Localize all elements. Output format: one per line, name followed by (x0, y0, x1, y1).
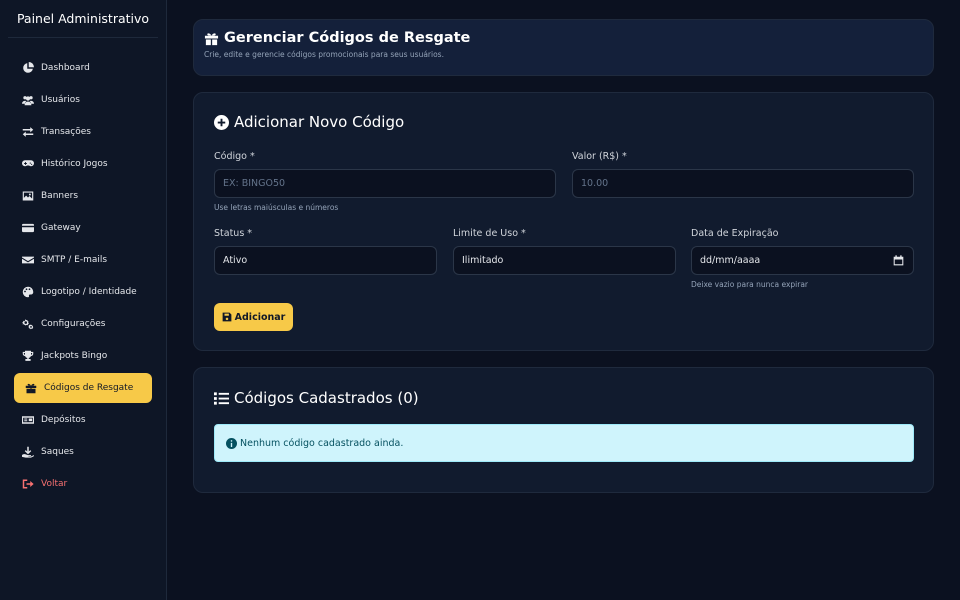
plus-circle-icon (214, 114, 229, 130)
value-label: Valor (R$) * (572, 151, 627, 162)
sidebar-nav: Dashboard Usuários Transações Histórico … (0, 53, 166, 499)
sidebar-item-label: Logotipo / Identidade (41, 287, 137, 297)
status-label: Status * (214, 228, 253, 239)
id-card-icon (21, 414, 34, 427)
sign-out-icon (21, 478, 34, 491)
envelope-icon (21, 254, 34, 267)
empty-alert-text: Nenhum código cadastrado ainda. (240, 437, 404, 449)
sidebar-item-logo[interactable]: Logotipo / Identidade (14, 277, 152, 307)
save-icon (222, 312, 232, 322)
sidebar-item-banners[interactable]: Banners (14, 181, 152, 211)
codes-list-card: Códigos Cadastrados (0) Nenhum código ca… (193, 367, 934, 493)
sidebar-item-label: Usuários (41, 95, 80, 105)
page-header: Gerenciar Códigos de Resgate Crie, edite… (193, 19, 934, 76)
sidebar-item-transactions[interactable]: Transações (14, 117, 152, 147)
expiry-help: Deixe vazio para nunca expirar (691, 280, 809, 289)
add-code-card: Adicionar Novo Código Código * Use letra… (193, 92, 934, 351)
sidebar-item-game-history[interactable]: Histórico Jogos (14, 149, 152, 179)
sidebar-item-label: Voltar (41, 479, 68, 489)
add-button[interactable]: Adicionar (214, 303, 293, 331)
sidebar-item-withdrawals[interactable]: Saques (14, 437, 152, 467)
expiry-label: Data de Expiração (691, 228, 779, 239)
gamepad-icon (21, 158, 34, 171)
sidebar-item-back[interactable]: Voltar (14, 469, 152, 499)
page-subtitle: Crie, edite e gerencie códigos promocion… (204, 50, 444, 59)
sidebar-item-label: SMTP / E-mails (41, 255, 108, 265)
sidebar-item-label: Saques (41, 447, 74, 457)
sidebar: Painel Administrativo Dashboard Usuários… (0, 0, 167, 600)
sidebar-item-label: Configurações (41, 319, 106, 329)
sidebar-item-deposits[interactable]: Depósitos (14, 405, 152, 435)
sidebar-item-settings[interactable]: Configurações (14, 309, 152, 339)
sidebar-item-label: Depósitos (41, 415, 86, 425)
sidebar-item-label: Histórico Jogos (41, 159, 108, 169)
info-icon (226, 437, 237, 449)
sidebar-brand: Painel Administrativo (8, 0, 158, 38)
sidebar-item-label: Transações (41, 127, 91, 137)
users-icon (21, 94, 34, 107)
code-label: Código * (214, 151, 255, 162)
limit-select[interactable]: Ilimitado (453, 246, 676, 275)
codes-list-title-text: Códigos Cadastrados (0) (234, 389, 419, 407)
sidebar-item-smtp[interactable]: SMTP / E-mails (14, 245, 152, 275)
sidebar-item-gateway[interactable]: Gateway (14, 213, 152, 243)
code-input[interactable] (214, 169, 556, 198)
list-icon (214, 391, 229, 405)
sidebar-item-label: Gateway (41, 223, 81, 233)
palette-icon (21, 286, 34, 299)
hand-holding-icon (21, 446, 34, 459)
sidebar-item-label: Banners (41, 191, 79, 201)
add-code-title: Adicionar Novo Código (214, 113, 404, 131)
code-help: Use letras maiúsculas e números (214, 203, 339, 212)
sidebar-item-redeem-codes[interactable]: Códigos de Resgate (14, 373, 152, 403)
add-code-title-text: Adicionar Novo Código (234, 113, 405, 131)
sidebar-item-dashboard[interactable]: Dashboard (14, 53, 152, 83)
trophy-icon (21, 350, 34, 363)
chart-pie-icon (21, 62, 34, 75)
status-select[interactable]: Ativo (214, 246, 437, 275)
sidebar-item-label: Dashboard (41, 63, 90, 73)
page-title: Gerenciar Códigos de Resgate (204, 30, 923, 46)
gift-icon (204, 32, 219, 45)
add-button-label: Adicionar (234, 311, 286, 323)
codes-list-title: Códigos Cadastrados (0) (214, 389, 419, 407)
empty-alert: Nenhum código cadastrado ainda. (214, 424, 914, 462)
page-title-text: Gerenciar Códigos de Resgate (224, 30, 471, 46)
expiry-date-input[interactable]: dd/mm/aaaa (691, 246, 914, 275)
gift-icon (24, 382, 37, 395)
exchange-icon (21, 126, 34, 139)
sidebar-item-users[interactable]: Usuários (14, 85, 152, 115)
credit-card-icon (21, 222, 34, 235)
sidebar-item-label: Códigos de Resgate (44, 383, 134, 393)
value-input[interactable] (572, 169, 914, 198)
calendar-icon[interactable] (893, 255, 904, 266)
sidebar-item-jackpots[interactable]: Jackpots Bingo (14, 341, 152, 371)
cogs-icon (21, 318, 34, 331)
limit-label: Limite de Uso * (453, 228, 526, 239)
images-icon (21, 190, 34, 203)
sidebar-item-label: Jackpots Bingo (41, 351, 108, 361)
